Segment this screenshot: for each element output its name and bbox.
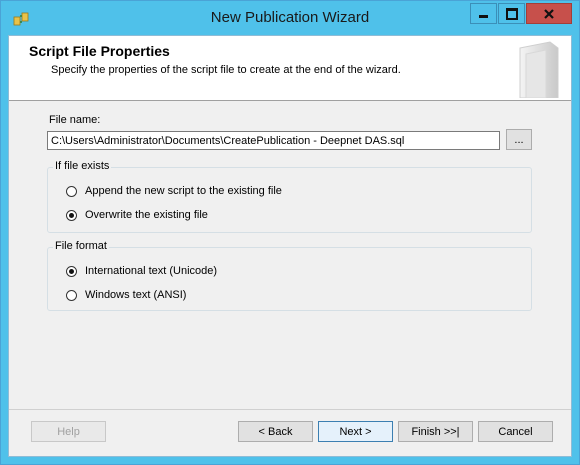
minimize-icon — [479, 15, 488, 18]
ansi-option[interactable]: Windows text (ANSI) — [66, 289, 186, 301]
next-button[interactable]: Next > — [318, 421, 393, 442]
ansi-radio[interactable] — [66, 289, 77, 301]
overwrite-option[interactable]: Overwrite the existing file — [66, 209, 208, 221]
append-label: Append the new script to the existing fi… — [85, 185, 282, 197]
help-button[interactable]: Help — [31, 421, 106, 442]
unicode-label: International text (Unicode) — [85, 265, 218, 277]
if-file-exists-group: If file exists Append the new script to … — [47, 160, 532, 233]
finish-button[interactable]: Finish >>| — [398, 421, 473, 442]
wizard-banner-icon — [506, 38, 568, 99]
maximize-button[interactable] — [498, 3, 525, 24]
ansi-label: Windows text (ANSI) — [85, 289, 187, 301]
page-subtitle: Specify the properties of the script fil… — [51, 64, 401, 76]
footer-divider — [9, 409, 571, 410]
page-title: Script File Properties — [29, 43, 170, 59]
append-radio[interactable] — [66, 185, 77, 197]
file-format-legend: File format — [53, 240, 109, 252]
wizard-header: Script File Properties Specify the prope… — [9, 36, 571, 101]
overwrite-radio[interactable] — [66, 209, 77, 221]
file-name-input[interactable] — [47, 131, 500, 150]
wizard-window: New Publication Wizard Script File Prope… — [0, 0, 580, 465]
if-file-exists-legend: If file exists — [53, 160, 112, 172]
close-button[interactable] — [526, 3, 572, 24]
unicode-radio[interactable] — [66, 265, 77, 277]
wizard-client-area: Script File Properties Specify the prope… — [8, 35, 572, 457]
minimize-button[interactable] — [470, 3, 497, 24]
back-button[interactable]: < Back — [238, 421, 313, 442]
unicode-option[interactable]: International text (Unicode) — [66, 265, 217, 277]
browse-button[interactable]: ... — [506, 129, 532, 150]
cancel-button[interactable]: Cancel — [478, 421, 553, 442]
title-bar[interactable]: New Publication Wizard — [1, 1, 579, 35]
file-format-group: File format International text (Unicode)… — [47, 240, 532, 311]
file-name-label: File name: — [49, 114, 101, 126]
close-icon — [544, 8, 554, 19]
overwrite-label: Overwrite the existing file — [85, 209, 208, 221]
append-option[interactable]: Append the new script to the existing fi… — [66, 185, 282, 197]
maximize-icon — [505, 7, 518, 20]
